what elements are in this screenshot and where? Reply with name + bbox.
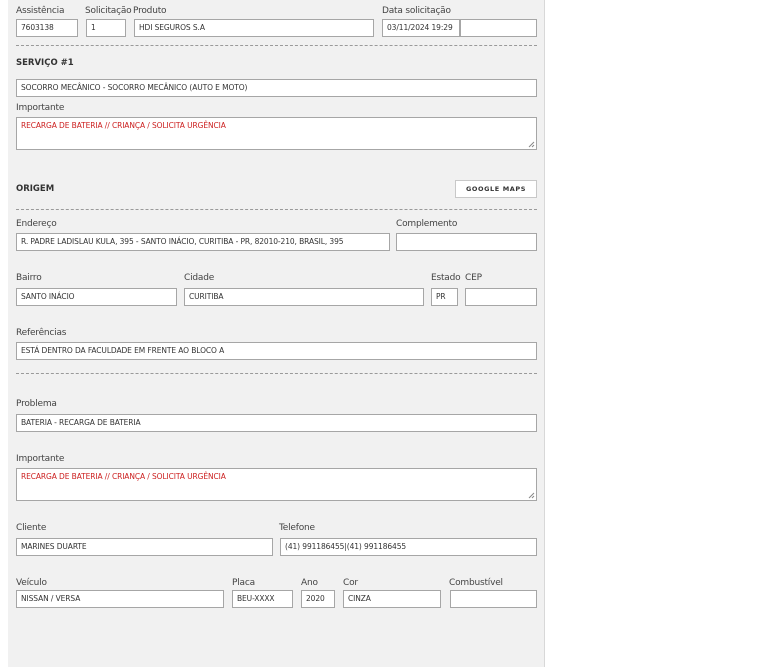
placa-label: Placa: [232, 578, 255, 588]
servico-title: SERVIÇO #1: [16, 58, 74, 68]
servico-importante-text: RECARGA DE BATERIA // CRIANÇA / SOLICITA…: [21, 121, 226, 130]
telefone-field[interactable]: (41) 991186455|(41) 991186455: [280, 538, 537, 556]
referencias-field[interactable]: ESTÁ DENTRO DA FACULDADE EM FRENTE AO BL…: [16, 342, 537, 360]
cliente-label: Cliente: [16, 523, 47, 533]
estado-field[interactable]: PR: [431, 288, 458, 306]
complemento-label: Complemento: [396, 219, 458, 229]
assistencia-field[interactable]: 7603138: [16, 19, 78, 37]
placa-field[interactable]: BEU-XXXX: [232, 590, 293, 608]
data-solicitacao-label: Data solicitação: [382, 6, 451, 16]
solicitacao-label: Solicitação: [85, 6, 132, 16]
combustivel-field[interactable]: [450, 590, 537, 608]
ano-label: Ano: [301, 578, 318, 588]
resize-grip-icon[interactable]: [528, 492, 535, 499]
servico-field[interactable]: SOCORRO MECÂNICO - SOCORRO MECÂNICO (AUT…: [16, 79, 537, 97]
section-divider: [16, 45, 537, 46]
servico-importante-label: Importante: [16, 103, 65, 113]
section-divider: [16, 209, 537, 210]
problema-importante-textarea[interactable]: RECARGA DE BATERIA // CRIANÇA / SOLICITA…: [16, 468, 537, 501]
estado-label: Estado: [431, 273, 461, 283]
origem-title: ORIGEM: [16, 184, 55, 194]
assistencia-label: Assistência: [16, 6, 65, 16]
endereco-field[interactable]: R. PADRE LADISLAU KULA, 395 - SANTO INÁC…: [16, 233, 390, 251]
veiculo-label: Veículo: [16, 578, 47, 588]
produto-field[interactable]: HDI SEGUROS S.A: [134, 19, 374, 37]
produto-label: Produto: [133, 6, 167, 16]
servico-importante-textarea[interactable]: RECARGA DE BATERIA // CRIANÇA / SOLICITA…: [16, 117, 537, 150]
section-divider: [16, 373, 537, 374]
cor-label: Cor: [343, 578, 358, 588]
veiculo-field[interactable]: NISSAN / VERSA: [16, 590, 224, 608]
data-solicitacao-extra-field[interactable]: [460, 19, 537, 37]
endereco-label: Endereço: [16, 219, 57, 229]
cor-field[interactable]: CINZA: [343, 590, 441, 608]
cep-field[interactable]: [465, 288, 537, 306]
cliente-field[interactable]: MARINES DUARTE: [16, 538, 273, 556]
bairro-field[interactable]: SANTO INÁCIO: [16, 288, 177, 306]
telefone-label: Telefone: [279, 523, 315, 533]
bairro-label: Bairro: [16, 273, 42, 283]
referencias-label: Referências: [16, 328, 67, 338]
google-maps-button[interactable]: GOOGLE MAPS: [455, 180, 537, 198]
combustivel-label: Combustível: [449, 578, 503, 588]
cidade-label: Cidade: [184, 273, 215, 283]
problema-importante-label: Importante: [16, 454, 65, 464]
problema-label: Problema: [16, 399, 57, 409]
solicitacao-field[interactable]: 1: [86, 19, 126, 37]
problema-importante-text: RECARGA DE BATERIA // CRIANÇA / SOLICITA…: [21, 472, 226, 481]
resize-grip-icon[interactable]: [528, 141, 535, 148]
complemento-field[interactable]: [396, 233, 537, 251]
service-form-panel: Assistência 7603138 Solicitação 1 Produt…: [8, 0, 545, 667]
ano-field[interactable]: 2020: [301, 590, 335, 608]
cep-label: CEP: [465, 273, 482, 283]
data-solicitacao-field[interactable]: 03/11/2024 19:29: [382, 19, 460, 37]
problema-field[interactable]: BATERIA - RECARGA DE BATERIA: [16, 414, 537, 432]
cidade-field[interactable]: CURITIBA: [184, 288, 424, 306]
